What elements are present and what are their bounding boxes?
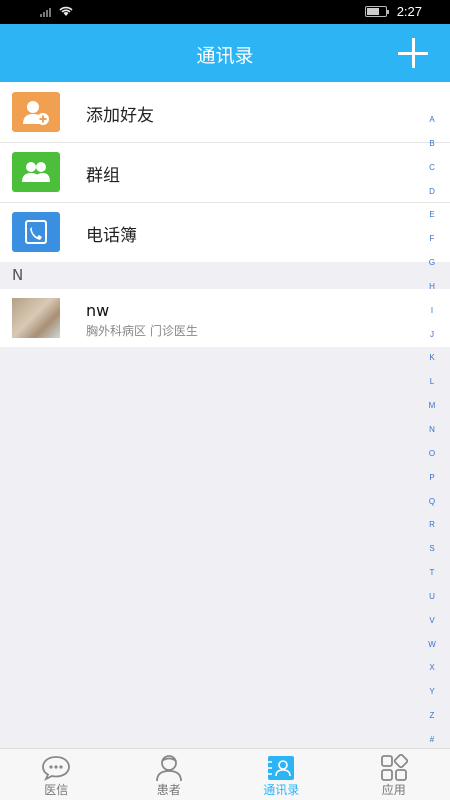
alphabet-index[interactable]: A B C D E F G H I J K L M N O P Q R S T U V W X Y Z # <box>425 115 439 745</box>
index-letter[interactable]: # <box>430 735 434 745</box>
index-letter[interactable]: L <box>430 377 434 387</box>
add-friend-icon <box>12 92 60 132</box>
tab-contacts[interactable]: 通讯录 <box>225 749 338 800</box>
index-letter[interactable]: Y <box>429 687 434 697</box>
index-letter[interactable]: C <box>429 163 435 173</box>
tab-messages[interactable]: 医信 <box>0 749 113 800</box>
index-letter[interactable]: S <box>429 544 434 554</box>
phonebook-icon <box>12 212 60 252</box>
index-letter[interactable]: F <box>430 234 435 244</box>
page-title: 通讯录 <box>196 45 254 67</box>
tab-patients[interactable]: 患者 <box>113 749 226 800</box>
signal-wifi-group <box>40 5 74 17</box>
status-right: 2:27 <box>364 4 422 19</box>
menu-item-phonebook[interactable]: 电话簿 <box>0 202 450 262</box>
index-letter[interactable]: O <box>429 449 435 459</box>
tab-label: 应用 <box>381 783 406 797</box>
group-icon <box>12 152 60 192</box>
index-letter[interactable]: W <box>428 640 436 650</box>
index-letter[interactable]: G <box>429 258 435 268</box>
index-letter[interactable]: Z <box>430 711 435 721</box>
title-bar: 通讯录 <box>0 24 450 82</box>
wifi-icon <box>59 6 73 16</box>
index-letter[interactable]: V <box>429 616 434 626</box>
index-letter[interactable]: X <box>429 663 434 673</box>
add-button[interactable] <box>396 36 430 70</box>
status-time: 2:27 <box>396 4 422 19</box>
index-letter[interactable]: N <box>429 425 435 435</box>
bottom-nav: 医信 患者 通讯录 应用 <box>0 748 450 800</box>
contacts-icon <box>266 755 296 781</box>
chat-bubble-icon <box>41 755 71 781</box>
index-letter[interactable]: B <box>429 139 434 149</box>
menu-item-label: 电话簿 <box>86 226 137 246</box>
index-letter[interactable]: I <box>431 306 433 316</box>
section-letter: N <box>12 266 24 284</box>
index-letter[interactable]: E <box>429 210 434 220</box>
index-letter[interactable]: P <box>429 473 434 483</box>
patient-icon <box>154 755 184 782</box>
index-letter[interactable]: R <box>429 520 435 530</box>
menu-item-label: 群组 <box>86 166 120 186</box>
apps-grid-icon <box>379 754 409 781</box>
contact-detail: 胸外科病区 门诊医生 <box>86 324 198 338</box>
index-letter[interactable]: U <box>429 592 435 602</box>
avatar <box>12 298 60 338</box>
tab-label: 通讯录 <box>263 783 300 797</box>
index-letter[interactable]: T <box>430 568 435 578</box>
index-letter[interactable]: H <box>429 282 435 292</box>
menu-item-add-friend[interactable]: 添加好友 <box>0 82 450 142</box>
tab-label: 医信 <box>44 783 69 797</box>
menu-item-group[interactable]: 群组 <box>0 142 450 202</box>
index-letter[interactable]: A <box>429 115 434 125</box>
index-letter[interactable]: J <box>430 330 434 340</box>
signal-icon <box>40 7 51 17</box>
index-letter[interactable]: Q <box>429 497 435 507</box>
section-header: N <box>0 263 450 289</box>
status-bar: 2:27 <box>0 0 450 24</box>
menu-item-label: 添加好友 <box>86 106 154 126</box>
contact-name: nw <box>86 301 110 320</box>
tab-apps[interactable]: 应用 <box>338 749 450 800</box>
tab-label: 患者 <box>156 783 181 797</box>
index-letter[interactable]: D <box>429 187 435 197</box>
index-letter[interactable]: M <box>429 401 436 411</box>
battery-icon <box>364 6 389 17</box>
contacts-menu: 添加好友 群组 电话簿 <box>0 82 450 262</box>
contact-row[interactable]: nw 胸外科病区 门诊医生 <box>0 289 450 347</box>
index-letter[interactable]: K <box>429 353 434 363</box>
